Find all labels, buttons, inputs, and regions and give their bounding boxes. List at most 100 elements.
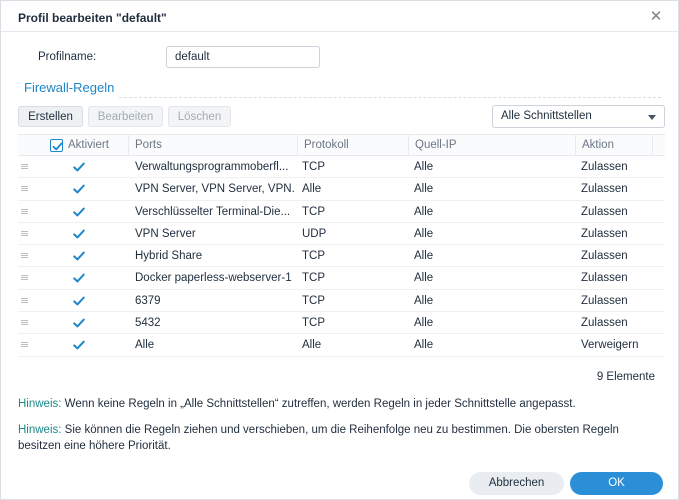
enabled-checkbox[interactable] bbox=[72, 227, 86, 241]
header-source-ip[interactable]: Quell-IP bbox=[408, 135, 575, 156]
drag-handle-icon[interactable] bbox=[21, 230, 28, 236]
check-icon bbox=[73, 251, 85, 261]
check-icon bbox=[73, 162, 85, 172]
table-row[interactable]: Hybrid Share TCP Alle Zulassen bbox=[18, 245, 665, 268]
dialog-title: Profil bearbeiten "default" bbox=[18, 11, 167, 25]
enabled-checkbox[interactable] bbox=[72, 338, 86, 352]
cell-protocol: TCP bbox=[302, 317, 325, 330]
table-row[interactable]: Verschlüsselter Terminal-Die... TCP Alle Zu… bbox=[18, 201, 665, 223]
close-icon[interactable]: ✕ bbox=[648, 9, 664, 25]
cell-ports: Verwaltungsprogrammoberfl... bbox=[135, 161, 289, 173]
hint-1: Hinweis: Wenn keine Regeln in „Alle Schn… bbox=[18, 396, 663, 412]
title-divider bbox=[1, 31, 678, 32]
enabled-checkbox[interactable] bbox=[72, 182, 86, 196]
header-action[interactable]: Aktion bbox=[575, 135, 652, 156]
table-row[interactable]: Verwaltungsprogrammoberfl... TCP Alle Zulas… bbox=[18, 156, 665, 179]
firewall-rules-table: Aktiviert Ports Protokoll Quell-IP Aktio… bbox=[18, 134, 665, 357]
table-row[interactable]: 5432 TCP Alle Zulassen bbox=[18, 312, 665, 335]
hint-2: Hinweis: Sie können die Regeln ziehen un… bbox=[18, 422, 663, 454]
section-divider bbox=[119, 97, 661, 98]
cell-ports: Docker paperless-webserver-1 bbox=[135, 272, 292, 285]
cell-ports: 5432 bbox=[135, 317, 161, 330]
enabled-checkbox[interactable] bbox=[72, 160, 86, 174]
item-count: 9 Elemente bbox=[596, 371, 655, 383]
drag-handle-icon[interactable] bbox=[21, 186, 28, 192]
drag-handle-icon[interactable] bbox=[21, 164, 28, 169]
cell-action: Zulassen bbox=[581, 294, 628, 307]
cell-ports: VPN Server, VPN Server, VPN... bbox=[135, 183, 295, 196]
hint-text: Wenn keine Regeln in „Alle Schnittstelle… bbox=[64, 398, 576, 410]
cell-source-ip: Alle bbox=[414, 183, 434, 196]
cell-ports: VPN Server bbox=[135, 227, 196, 240]
table-body: Verwaltungsprogrammoberfl... TCP Alle Zulas… bbox=[18, 156, 665, 357]
cell-protocol: TCP bbox=[302, 161, 325, 173]
cell-action: Zulassen bbox=[581, 272, 628, 285]
hint-label: Hinweis: bbox=[18, 424, 62, 436]
cell-protocol: Alle bbox=[302, 183, 322, 196]
cell-protocol: UDP bbox=[302, 227, 327, 240]
edit-button[interactable]: Bearbeiten bbox=[88, 106, 163, 127]
cell-ports: Hybrid Share bbox=[135, 250, 203, 263]
check-icon bbox=[73, 318, 85, 328]
enabled-checkbox[interactable] bbox=[72, 294, 86, 308]
cell-source-ip: Alle bbox=[414, 161, 434, 173]
cell-action: Zulassen bbox=[581, 205, 628, 218]
cell-action: Zulassen bbox=[581, 227, 628, 240]
table-header: Aktiviert Ports Protokoll Quell-IP Aktio… bbox=[18, 134, 665, 156]
create-button[interactable]: Erstellen bbox=[18, 106, 83, 127]
cell-action: Zulassen bbox=[581, 183, 628, 196]
check-icon bbox=[73, 296, 85, 306]
ok-button[interactable]: OK bbox=[570, 472, 663, 495]
cell-action: Zulassen bbox=[581, 161, 628, 173]
cell-ports: Verschlüsselter Terminal-Die... bbox=[135, 205, 291, 218]
header-spacer bbox=[652, 135, 665, 156]
cancel-button[interactable]: Abbrechen bbox=[469, 472, 564, 495]
cell-source-ip: Alle bbox=[414, 272, 434, 285]
check-icon bbox=[73, 184, 85, 194]
cell-protocol: Alle bbox=[302, 339, 322, 352]
table-row[interactable]: VPN Server UDP Alle Zulassen bbox=[18, 223, 665, 246]
cell-source-ip: Alle bbox=[414, 294, 434, 307]
cell-protocol: TCP bbox=[302, 272, 325, 285]
header-ports[interactable]: Ports bbox=[128, 135, 297, 156]
drag-handle-icon[interactable] bbox=[21, 297, 28, 303]
drag-handle-icon[interactable] bbox=[21, 253, 28, 259]
enabled-checkbox[interactable] bbox=[72, 205, 86, 219]
check-icon bbox=[73, 229, 85, 239]
edit-profile-dialog: Profil bearbeiten "default" ✕ Profilname… bbox=[0, 0, 679, 500]
cell-source-ip: Alle bbox=[414, 227, 434, 240]
cell-source-ip: Alle bbox=[414, 205, 434, 218]
cell-source-ip: Alle bbox=[414, 339, 434, 352]
header-protocol[interactable]: Protokoll bbox=[297, 135, 408, 156]
drag-handle-icon[interactable] bbox=[21, 320, 28, 326]
table-row[interactable]: 6379 TCP Alle Zulassen bbox=[18, 290, 665, 313]
table-row[interactable]: Alle Alle Alle Verweigern bbox=[18, 334, 665, 357]
drag-handle-icon[interactable] bbox=[21, 208, 28, 214]
enabled-checkbox[interactable] bbox=[72, 271, 86, 285]
interface-select[interactable]: Alle Schnittstellen bbox=[492, 105, 665, 128]
check-icon bbox=[73, 340, 85, 350]
cell-action: Zulassen bbox=[581, 250, 628, 263]
drag-handle-icon[interactable] bbox=[21, 275, 28, 281]
profile-name-label: Profilname: bbox=[38, 51, 97, 63]
hint-text: Sie können die Regeln ziehen und verschi… bbox=[18, 424, 619, 452]
drag-handle-icon[interactable] bbox=[21, 342, 28, 348]
table-row[interactable]: Docker paperless-webserver-1 TCP Alle Zulas… bbox=[18, 267, 665, 290]
table-row[interactable]: VPN Server, VPN Server, VPN... Alle Alle Zu… bbox=[18, 178, 665, 201]
cell-action: Verweigern bbox=[581, 339, 639, 352]
cell-protocol: TCP bbox=[302, 294, 325, 307]
enabled-checkbox[interactable] bbox=[72, 316, 86, 330]
hint-label: Hinweis: bbox=[18, 398, 62, 410]
delete-button[interactable]: Löschen bbox=[168, 106, 231, 127]
cell-protocol: TCP bbox=[302, 250, 325, 263]
enabled-checkbox[interactable] bbox=[72, 249, 86, 263]
cell-source-ip: Alle bbox=[414, 317, 434, 330]
check-icon bbox=[73, 207, 85, 216]
profile-name-input[interactable]: default bbox=[166, 46, 320, 68]
cell-protocol: TCP bbox=[302, 205, 325, 218]
cell-ports: Alle bbox=[135, 339, 155, 352]
cell-ports: 6379 bbox=[135, 294, 161, 307]
header-enabled[interactable]: Aktiviert bbox=[62, 135, 128, 156]
check-icon bbox=[73, 274, 85, 283]
section-title: Firewall-Regeln bbox=[24, 80, 115, 95]
